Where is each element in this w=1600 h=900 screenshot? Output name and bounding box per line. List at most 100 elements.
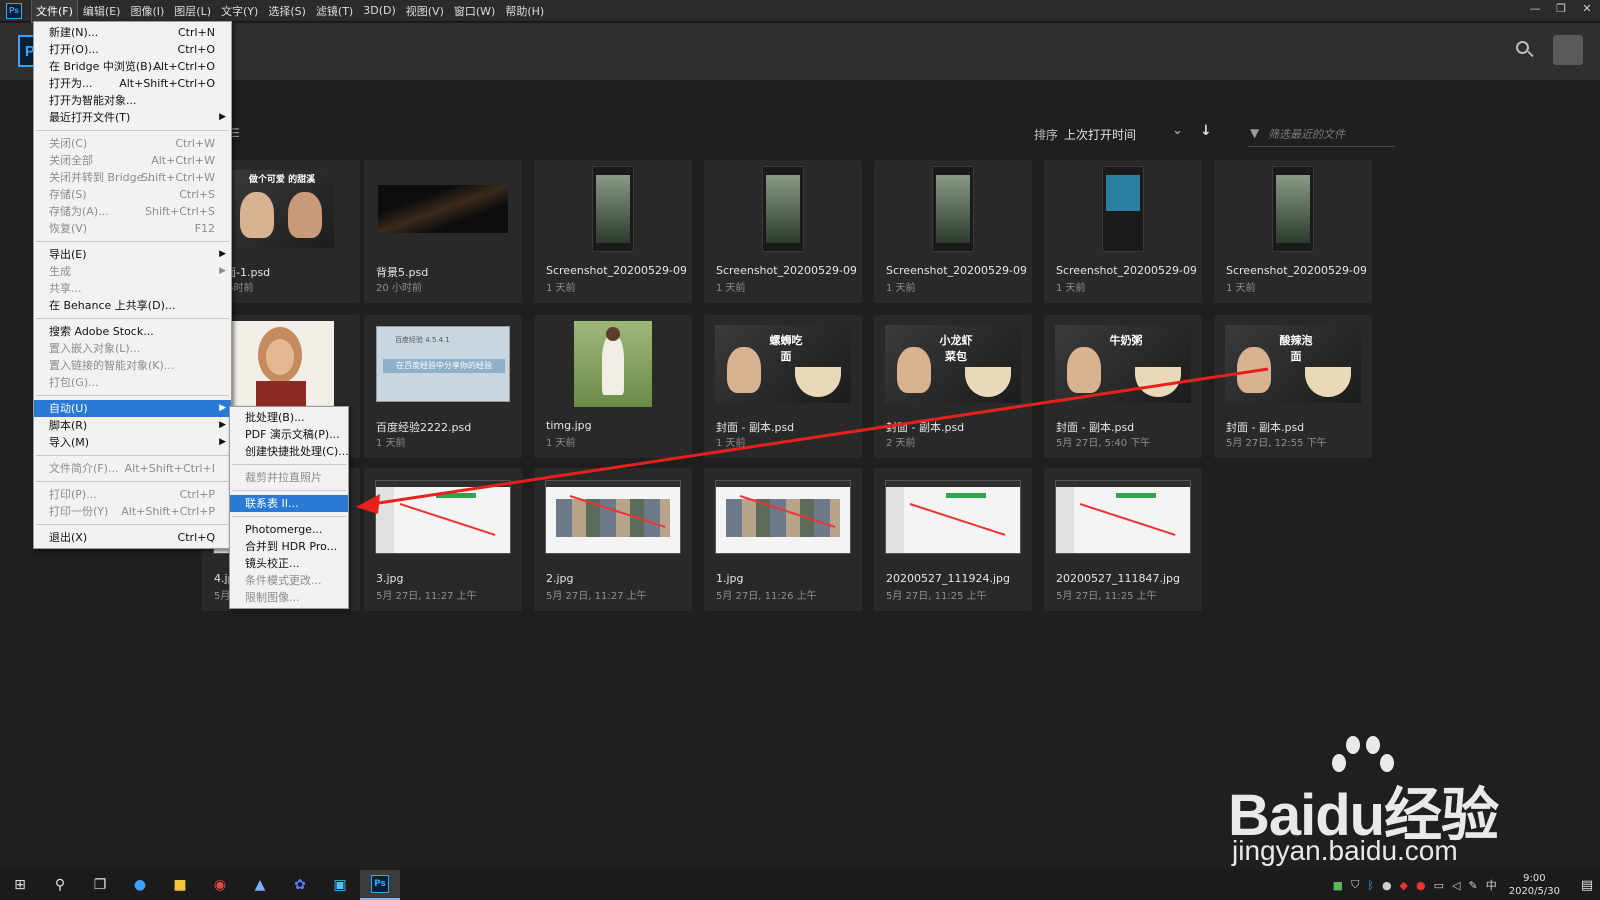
file-menu-item: 关闭(C) Ctrl+W <box>34 135 231 152</box>
file-thumbnail[interactable]: 百度经验 4.5.4.1 在百度经验中分享你的经验 <box>372 321 514 407</box>
baidu-icon[interactable]: ✿ <box>280 870 320 900</box>
minimize-button[interactable]: — <box>1522 0 1548 22</box>
file-card[interactable]: 3.jpg 5月 27日, 11:27 上午 <box>364 468 522 611</box>
tray-record-icon[interactable]: ● <box>1416 879 1426 892</box>
menu-file[interactable]: 文件(F) <box>31 0 78 23</box>
file-card[interactable]: Screenshot_20200529-093... 1 天前 <box>874 160 1032 303</box>
file-thumbnail[interactable] <box>542 166 684 252</box>
file-card[interactable]: 20200527_111847.jpg 5月 27日, 11:25 上午 <box>1044 468 1202 611</box>
menu-help[interactable]: 帮助(H) <box>501 0 548 22</box>
input-language[interactable]: 中 <box>1486 877 1497 893</box>
notification-icon[interactable]: ▤ <box>1574 878 1600 893</box>
file-menu-item[interactable]: 新建(N)... Ctrl+N <box>34 24 231 41</box>
file-thumbnail[interactable]: 酸辣泡面 <box>1222 321 1364 407</box>
app-icon[interactable]: ▲ <box>240 870 280 900</box>
windows-icon[interactable]: ⊞ <box>0 870 40 900</box>
submenu-arrow-icon: ▶ <box>219 249 226 259</box>
file-thumbnail[interactable] <box>712 166 854 252</box>
menu-select[interactable]: 选择(S) <box>264 0 310 22</box>
edge-icon[interactable]: ● <box>120 870 160 900</box>
bluetooth-icon[interactable]: ᛒ <box>1367 879 1374 892</box>
file-thumbnail[interactable] <box>542 474 684 560</box>
tray-app-icon[interactable]: ■ <box>1333 879 1343 892</box>
automate-menu-item[interactable]: 创建快捷批处理(C)... <box>230 443 349 460</box>
store-icon[interactable]: ▣ <box>320 870 360 900</box>
file-card[interactable]: Screenshot_20200529-093... 1 天前 <box>1214 160 1372 303</box>
file-menu-item[interactable]: 在 Behance 上共享(D)... <box>34 297 231 314</box>
network-icon[interactable]: ▭ <box>1434 879 1444 892</box>
menu-view[interactable]: 视图(V) <box>402 0 448 22</box>
shield-icon[interactable]: ⛉ <box>1351 878 1359 892</box>
file-card[interactable]: 牛奶粥 封面 - 副本.psd 5月 27日, 5:40 下午 <box>1044 315 1202 458</box>
menu-edit[interactable]: 编辑(E) <box>79 0 125 22</box>
file-card[interactable]: 百度经验 4.5.4.1 在百度经验中分享你的经验 百度经验2222.psd 1 天前 <box>364 315 522 458</box>
file-card[interactable]: 20200527_111924.jpg 5月 27日, 11:25 上午 <box>874 468 1032 611</box>
automate-menu-item[interactable]: 联系表 II... <box>230 495 348 512</box>
file-menu-item[interactable]: 搜索 Adobe Stock... <box>34 323 231 340</box>
clock[interactable]: 9:00 2020/5/30 <box>1509 872 1560 898</box>
sort-direction-icon[interactable]: ↓ <box>1200 123 1212 139</box>
file-card[interactable]: Screenshot_20200529-093... 1 天前 <box>534 160 692 303</box>
file-thumbnail[interactable] <box>1222 166 1364 252</box>
menu-layer[interactable]: 图层(L) <box>170 0 215 22</box>
file-menu-item[interactable]: 在 Bridge 中浏览(B)... Alt+Ctrl+O <box>34 58 231 75</box>
file-menu-item[interactable]: 最近打开文件(T) ▶ <box>34 109 231 126</box>
automate-menu-item[interactable]: 合并到 HDR Pro... <box>230 538 348 555</box>
search-button[interactable] <box>1514 39 1536 61</box>
photoshop-logo-icon[interactable]: Ps <box>6 2 22 19</box>
file-card[interactable]: 2.jpg 5月 27日, 11:27 上午 <box>534 468 692 611</box>
filter-input[interactable] <box>1268 124 1393 144</box>
file-menu-item[interactable]: 打开为智能对象... <box>34 92 231 109</box>
file-menu-item[interactable]: 导入(M) ▶ <box>34 434 231 451</box>
menu-image[interactable]: 图像(I) <box>126 0 168 22</box>
automate-menu-item[interactable]: 批处理(B)... <box>230 409 348 426</box>
file-thumbnail[interactable] <box>372 166 514 252</box>
file-thumbnail[interactable] <box>1052 474 1194 560</box>
file-thumbnail[interactable] <box>712 474 854 560</box>
file-menu-item[interactable]: 退出(X) Ctrl+Q <box>34 529 231 546</box>
file-card[interactable]: timg.jpg 1 天前 <box>534 315 692 458</box>
file-menu-item[interactable]: 打开(O)... Ctrl+O <box>34 41 231 58</box>
file-card[interactable]: 背景5.psd 20 小时前 <box>364 160 522 303</box>
menu-window[interactable]: 窗口(W) <box>450 0 499 22</box>
restore-button[interactable]: ❐ <box>1548 0 1574 22</box>
automate-menu-item[interactable]: 镜头校正... <box>230 555 348 572</box>
file-card[interactable]: 1.jpg 5月 27日, 11:26 上午 <box>704 468 862 611</box>
file-menu-item[interactable]: 自动(U) ▶ <box>34 400 231 417</box>
profile-avatar[interactable] <box>1553 35 1583 65</box>
menu-type[interactable]: 文字(Y) <box>217 0 262 22</box>
photoshop-taskbar-button[interactable]: Ps <box>360 870 400 900</box>
file-menu-item[interactable]: 脚本(R) ▶ <box>34 417 231 434</box>
chevron-down-icon[interactable]: ⌄ <box>1172 123 1183 138</box>
task-view-icon[interactable]: ❐ <box>80 870 120 900</box>
close-button[interactable]: ✕ <box>1574 0 1600 22</box>
automate-menu-item[interactable]: Photomerge... <box>230 521 348 538</box>
file-card[interactable]: 螺蛳吃面 封面 - 副本.psd 1 天前 <box>704 315 862 458</box>
menu-3d[interactable]: 3D(D) <box>359 1 400 20</box>
file-thumbnail[interactable] <box>542 321 684 407</box>
menu-filter[interactable]: 滤镜(T) <box>312 0 357 22</box>
microphone-icon[interactable]: ● <box>1382 879 1392 892</box>
file-thumbnail[interactable] <box>1052 166 1194 252</box>
automate-menu-item[interactable]: PDF 演示文稿(P)... <box>230 426 348 443</box>
pen-icon[interactable]: ✎ <box>1469 879 1478 892</box>
search-icon[interactable]: ⚲ <box>40 870 80 900</box>
volume-icon[interactable]: ◁ <box>1452 879 1460 892</box>
file-thumbnail[interactable]: 螺蛳吃面 <box>712 321 854 407</box>
file-menu-item[interactable]: 导出(E) ▶ <box>34 246 231 263</box>
tray-red-icon[interactable]: ◆ <box>1400 879 1408 892</box>
file-thumbnail[interactable]: 牛奶粥 <box>1052 321 1194 407</box>
folder-icon[interactable]: ■ <box>160 870 200 900</box>
file-menu-item[interactable]: 打开为... Alt+Shift+Ctrl+O <box>34 75 231 92</box>
file-card[interactable]: Screenshot_20200529-093... 1 天前 <box>704 160 862 303</box>
search-icon-handle <box>1527 50 1534 58</box>
file-thumbnail[interactable] <box>372 474 514 560</box>
file-card[interactable]: 酸辣泡面 封面 - 副本.psd 5月 27日, 12:55 下午 <box>1214 315 1372 458</box>
file-thumbnail[interactable] <box>882 166 1024 252</box>
chrome-icon[interactable]: ◉ <box>200 870 240 900</box>
file-thumbnail[interactable] <box>882 474 1024 560</box>
file-card[interactable]: 小龙虾菜包 封面 - 副本.psd 2 天前 <box>874 315 1032 458</box>
file-card[interactable]: Screenshot_20200529-093... 1 天前 <box>1044 160 1202 303</box>
file-thumbnail[interactable]: 小龙虾菜包 <box>882 321 1024 407</box>
sort-dropdown[interactable]: 上次打开时间 <box>1064 126 1136 143</box>
